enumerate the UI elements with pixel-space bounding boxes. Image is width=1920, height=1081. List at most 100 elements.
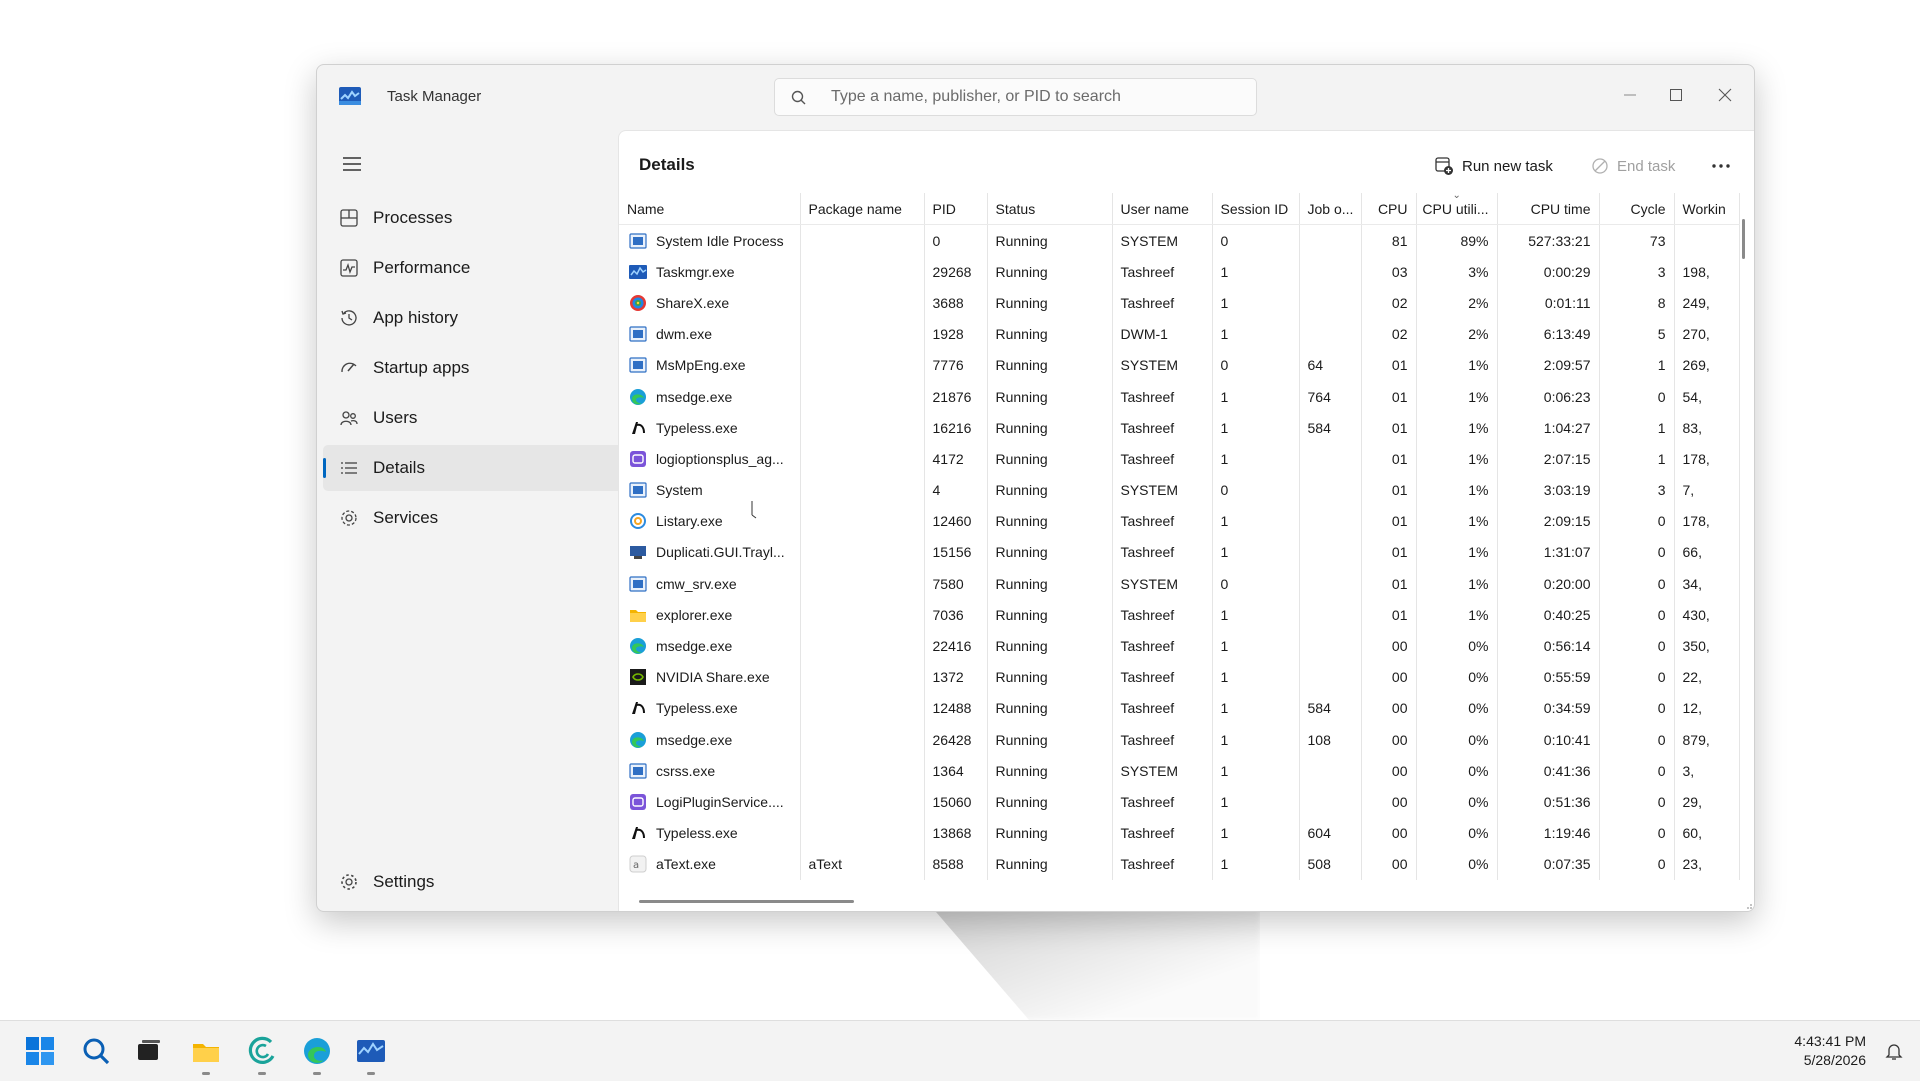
process-name-cell: Typeless.exe (619, 817, 801, 849)
maximize-button[interactable] (1653, 77, 1699, 113)
sidebar-item-startup-apps[interactable]: Startup apps (323, 345, 623, 391)
taskbar-file-explorer[interactable] (190, 1035, 222, 1067)
column-header-user[interactable]: User name (1112, 193, 1213, 225)
resize-grip-icon[interactable] (1743, 900, 1753, 910)
run-new-task-button[interactable]: Run new task (1434, 151, 1553, 181)
user-cell: Tashreef (1112, 287, 1213, 319)
pid-cell: 16216 (924, 412, 988, 444)
sidebar-item-details[interactable]: Details (323, 445, 623, 491)
table-row[interactable]: MsMpEng.exe 7776 Running SYSTEM 0 64 01 1% 2:09:… (619, 349, 1740, 381)
table-row[interactable]: Taskmgr.exe 29268 Running Tashreef 1 03 3% 0:00… (619, 256, 1740, 288)
cycle-cell: 0 (1599, 848, 1675, 880)
taskmgr-process-icon (629, 264, 647, 279)
package-cell (800, 536, 925, 569)
table-row[interactable]: dwm.exe 1928 Running DWM-1 1 02 2% 6:13:49 5 270, (619, 318, 1740, 350)
sidebar-item-services[interactable]: Services (323, 495, 623, 541)
taskbar-search-button[interactable] (80, 1035, 112, 1067)
status-cell: Running (987, 505, 1113, 537)
cpu-cell: 01 (1361, 349, 1417, 381)
process-name: Typeless.exe (656, 825, 738, 842)
table-row[interactable]: Typeless.exe 13868 Running Tashreef 1 604 00 0%… (619, 817, 1740, 849)
session-cell: 1 (1212, 692, 1300, 724)
table-row[interactable]: cmw_srv.exe 7580 Running SYSTEM 0 01 1% 0:20:00… (619, 568, 1740, 600)
table-row[interactable]: csrss.exe 1364 Running SYSTEM 1 00 0% 0:41:36 0 3… (619, 755, 1740, 787)
table-row[interactable]: msedge.exe 22416 Running Tashreef 1 00 0% 0:56:… (619, 630, 1740, 662)
cpu-time-cell: 2:09:57 (1497, 349, 1600, 381)
column-header-cycle[interactable]: Cycle (1599, 193, 1675, 225)
table-row[interactable]: LogiPluginService.... 15060 Running Tashree… (619, 786, 1740, 818)
process-name: logioptionsplus_ag... (656, 450, 784, 467)
details-table: Name Package name PID Status User name S… (619, 193, 1740, 880)
table-row[interactable]: explorer.exe 7036 Running Tashreef 1 01 1% 0:40… (619, 599, 1740, 631)
users-icon (340, 411, 358, 426)
column-header-cpu[interactable]: CPU (1361, 193, 1417, 225)
process-name: Typeless.exe (656, 700, 738, 717)
cpu-time-cell: 0:51:36 (1497, 786, 1600, 818)
table-row[interactable]: a aText.exe aText 8588 Running Tashreef 1 508 00… (619, 848, 1740, 880)
notification-bell-icon[interactable] (1884, 1041, 1904, 1061)
column-header-job[interactable]: Job o... (1299, 193, 1362, 225)
system-clock[interactable]: 4:43:41 PM 5/28/2026 (1794, 1032, 1866, 1070)
table-row[interactable]: Listary.exe 12460 Running Tashreef 1 01 1% 2:09… (619, 505, 1740, 537)
session-cell: 0 (1212, 568, 1300, 600)
working-set-cell: 66, (1674, 536, 1740, 569)
table-row[interactable]: logioptionsplus_ag... 4172 Running Tashreef… (619, 443, 1740, 475)
table-row[interactable]: Typeless.exe 12488 Running Tashreef 1 584 00 0%… (619, 692, 1740, 724)
search-input[interactable]: Type a name, publisher, or PID to search (831, 88, 1121, 106)
end-task-button[interactable]: End task (1591, 151, 1675, 181)
process-name-cell: dwm.exe (619, 318, 801, 350)
hamburger-menu-icon[interactable] (337, 151, 367, 177)
cycle-cell: 3 (1599, 256, 1675, 288)
taskbar-task-manager[interactable] (355, 1035, 387, 1067)
column-header-cpu-util[interactable]: ⌄ CPU utili... (1416, 193, 1498, 225)
sidebar-item-processes[interactable]: Processes (323, 195, 623, 241)
column-header-status[interactable]: Status (987, 193, 1113, 225)
taskbar-app-button[interactable] (246, 1035, 278, 1067)
table-row[interactable]: msedge.exe 26428 Running Tashreef 1 108 00 0% 0:… (619, 724, 1740, 756)
cpu-cell: 02 (1361, 287, 1417, 319)
job-cell: 64 (1299, 349, 1362, 381)
process-name-cell: msedge.exe (619, 380, 801, 413)
process-name-cell: NVIDIA Share.exe (619, 661, 801, 693)
horizontal-scrollbar[interactable] (639, 900, 854, 903)
column-header-pid[interactable]: PID (924, 193, 988, 225)
column-header-package[interactable]: Package name (800, 193, 925, 225)
close-button[interactable] (1702, 77, 1748, 113)
sidebar-item-settings[interactable]: Settings (323, 859, 623, 905)
session-cell: 1 (1212, 443, 1300, 475)
package-cell (800, 443, 925, 475)
package-cell (800, 505, 925, 537)
table-row[interactable]: NVIDIA Share.exe 1372 Running Tashreef 1 00 0%… (619, 661, 1740, 693)
column-header-cpu-time[interactable]: CPU time (1497, 193, 1600, 225)
cpu-cell: 81 (1361, 224, 1417, 257)
task-view-button[interactable] (133, 1035, 165, 1067)
process-name-cell: Listary.exe (619, 505, 801, 537)
cpu-cell: 00 (1361, 630, 1417, 662)
working-set-cell: 23, (1674, 848, 1740, 880)
table-row[interactable]: Typeless.exe 16216 Running Tashreef 1 584 01 1%… (619, 412, 1740, 444)
table-row[interactable]: System 4 Running SYSTEM 0 01 1% 3:03:19 3 7, (619, 474, 1740, 506)
taskbar: 4:43:41 PM 5/28/2026 (0, 1020, 1920, 1081)
more-options-icon[interactable] (1706, 151, 1736, 181)
package-cell (800, 287, 925, 319)
column-header-working[interactable]: Workin (1674, 193, 1740, 225)
vertical-scrollbar[interactable] (1742, 219, 1745, 259)
sidebar-item-users[interactable]: Users (323, 395, 623, 441)
column-header-session[interactable]: Session ID (1212, 193, 1300, 225)
table-row[interactable]: Duplicati.GUI.Trayl... 15156 Running Tashre… (619, 536, 1740, 569)
search-box[interactable]: Type a name, publisher, or PID to search (774, 78, 1257, 116)
column-header-name[interactable]: Name (619, 193, 801, 225)
duplicati-process-icon (630, 546, 646, 560)
package-cell (800, 692, 925, 724)
cycle-cell: 0 (1599, 536, 1675, 569)
start-button[interactable] (24, 1035, 56, 1067)
table-row[interactable]: msedge.exe 21876 Running Tashreef 1 764 01 1% 0:… (619, 380, 1740, 413)
sidebar-item-performance[interactable]: Performance (323, 245, 623, 291)
sidebar-item-app-history[interactable]: App history (323, 295, 623, 341)
cpu-cell: 01 (1361, 568, 1417, 600)
taskbar-edge[interactable] (301, 1035, 333, 1067)
package-cell (800, 661, 925, 693)
table-row[interactable]: ShareX.exe 3688 Running Tashreef 1 02 2% 0:01:1… (619, 287, 1740, 319)
table-row[interactable]: System Idle Process 0 Running SYSTEM 0 81 89% 5… (619, 224, 1740, 257)
minimize-button[interactable] (1607, 77, 1653, 113)
